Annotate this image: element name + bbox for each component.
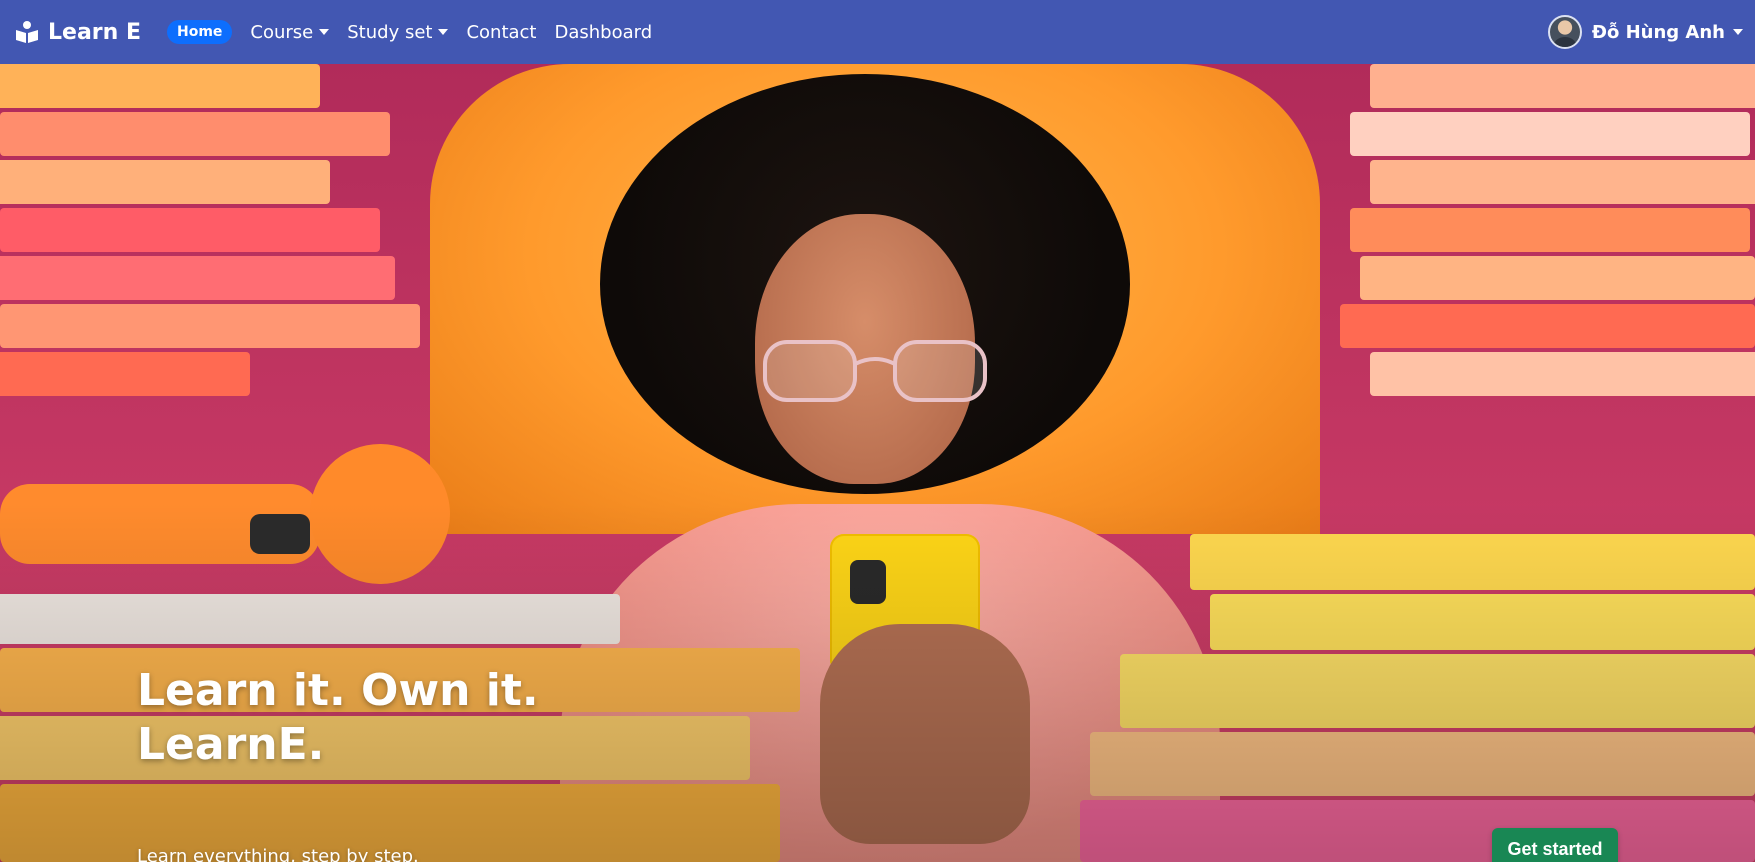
nav-contact-label: Contact bbox=[466, 21, 537, 43]
nav-course-dropdown[interactable]: Course bbox=[250, 21, 330, 43]
get-started-button[interactable]: Get started bbox=[1492, 828, 1618, 862]
hero-headline-line-1: Learn it. Own it. bbox=[137, 665, 539, 716]
caret-down-icon bbox=[438, 29, 449, 35]
nav-contact[interactable]: Contact bbox=[466, 22, 536, 43]
hero-headline: Learn it. Own it. LearnE. bbox=[137, 664, 539, 772]
hero-banner: Learn it. Own it. LearnE. Learn everythi… bbox=[0, 64, 1755, 862]
hero-headline-line-2: LearnE. bbox=[137, 719, 325, 770]
nav-home[interactable]: Home bbox=[166, 20, 233, 44]
brand-text: Learn E bbox=[48, 19, 141, 45]
book-reader-icon bbox=[16, 21, 38, 43]
caret-down-icon bbox=[1733, 29, 1743, 35]
nav-study-set-dropdown[interactable]: Study set bbox=[347, 21, 449, 43]
avatar bbox=[1547, 15, 1582, 49]
user-menu[interactable]: Đỗ Hùng Anh bbox=[1547, 0, 1743, 64]
nav-course-label: Course bbox=[250, 21, 314, 43]
top-navbar: Learn E Home Course Study set Contact Da… bbox=[0, 0, 1755, 64]
caret-down-icon bbox=[319, 29, 330, 35]
user-name: Đỗ Hùng Anh bbox=[1591, 21, 1725, 43]
nav-dashboard-label: Dashboard bbox=[554, 21, 653, 43]
nav-study-set-label: Study set bbox=[347, 21, 433, 43]
brand-link[interactable]: Learn E bbox=[14, 19, 141, 45]
nav-dashboard[interactable]: Dashboard bbox=[554, 22, 652, 43]
hero-tagline: Learn everything, step by step. bbox=[137, 846, 419, 862]
